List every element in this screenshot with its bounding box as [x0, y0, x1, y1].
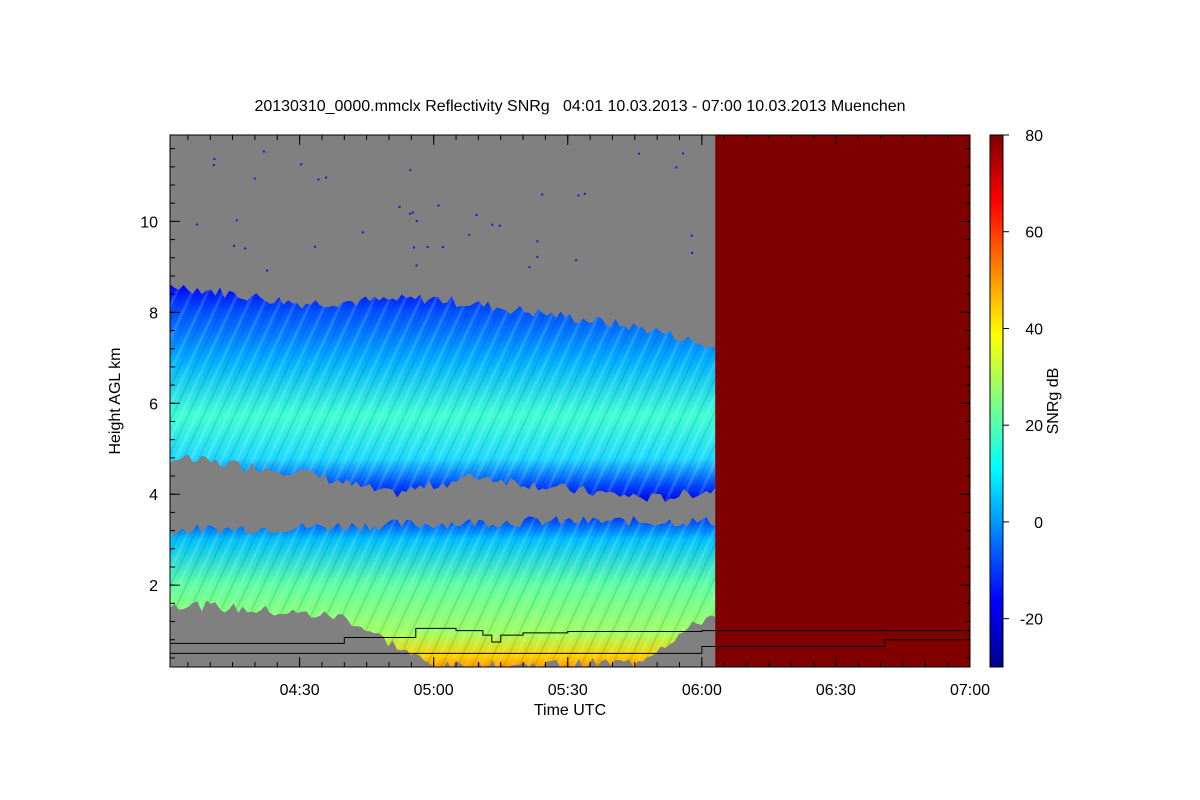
noise-speckle	[398, 205, 401, 208]
noise-speckle	[244, 247, 247, 250]
noise-speckle	[408, 212, 411, 215]
noise-speckle	[575, 259, 578, 262]
noise-speckle	[266, 269, 269, 272]
colorbar-axis: -20 0 20 40 60 80	[1003, 128, 1043, 629]
y-tick-label: 6	[149, 396, 158, 413]
y-tick-label: 8	[149, 305, 158, 322]
y-tick-label: 10	[140, 214, 158, 231]
noise-speckle	[300, 163, 303, 166]
noise-speckle	[409, 169, 412, 172]
colorbar-tick-label: 80	[1025, 128, 1043, 145]
noise-speckle	[691, 251, 694, 254]
noise-speckle	[235, 219, 238, 222]
noise-speckle	[690, 234, 693, 237]
x-tick-label: 05:30	[548, 682, 588, 699]
noise-speckle	[361, 231, 364, 234]
y-tick-label: 2	[149, 578, 158, 595]
noise-speckle	[528, 266, 531, 269]
noise-speckle	[468, 233, 471, 236]
plot-area	[170, 135, 970, 667]
noise-speckle	[682, 152, 685, 155]
noise-speckle	[536, 240, 539, 243]
noise-speckle	[415, 220, 418, 223]
noise-speckle	[577, 194, 580, 197]
noise-speckle	[325, 176, 328, 179]
colorbar-tick-label: -20	[1020, 612, 1043, 629]
colorbar	[989, 134, 1004, 668]
x-tick-label: 07:00	[950, 682, 990, 699]
colorbar-tick-label: 20	[1025, 418, 1043, 435]
noise-speckle	[253, 177, 256, 180]
chart-svg: 04:30 05:00 05:30 06:00 06:30 07:00 2 4 6 8 10 Ti…	[107, 128, 1062, 719]
colorbar-tick-label: 40	[1025, 321, 1043, 338]
x-tick-label: 05:00	[414, 682, 454, 699]
x-tick-label: 06:30	[816, 682, 856, 699]
noise-speckle	[313, 245, 316, 248]
colorbar-tick-label: 60	[1025, 225, 1043, 242]
noise-speckle	[638, 152, 641, 155]
no-data-region	[715, 135, 970, 667]
noise-speckle	[491, 223, 494, 226]
noise-speckle	[213, 158, 216, 161]
noise-speckle	[475, 213, 478, 216]
colorbar-tick-label: 0	[1034, 515, 1043, 532]
noise-speckle	[262, 150, 265, 153]
noise-speckle	[437, 204, 440, 207]
noise-speckle	[441, 246, 444, 249]
noise-speckle	[412, 246, 415, 249]
colorbar-title: SNRg dB	[1045, 368, 1062, 435]
noise-speckle	[426, 245, 429, 248]
x-axis-title: Time UTC	[534, 702, 606, 719]
noise-speckle	[411, 211, 414, 214]
noise-speckle	[675, 166, 678, 169]
noise-speckle	[541, 193, 544, 196]
x-tick-label: 04:30	[280, 682, 320, 699]
x-tick-label: 06:00	[682, 682, 722, 699]
y-axis-title: Height AGL km	[107, 347, 124, 454]
noise-speckle	[536, 255, 539, 258]
noise-speckle	[498, 224, 501, 227]
noise-speckle	[232, 244, 235, 247]
noise-speckle	[317, 178, 320, 181]
noise-speckle	[195, 223, 198, 226]
noise-speckle	[415, 264, 418, 267]
noise-speckle	[212, 164, 215, 167]
noise-speckle	[583, 192, 586, 195]
y-tick-label: 4	[149, 487, 158, 504]
